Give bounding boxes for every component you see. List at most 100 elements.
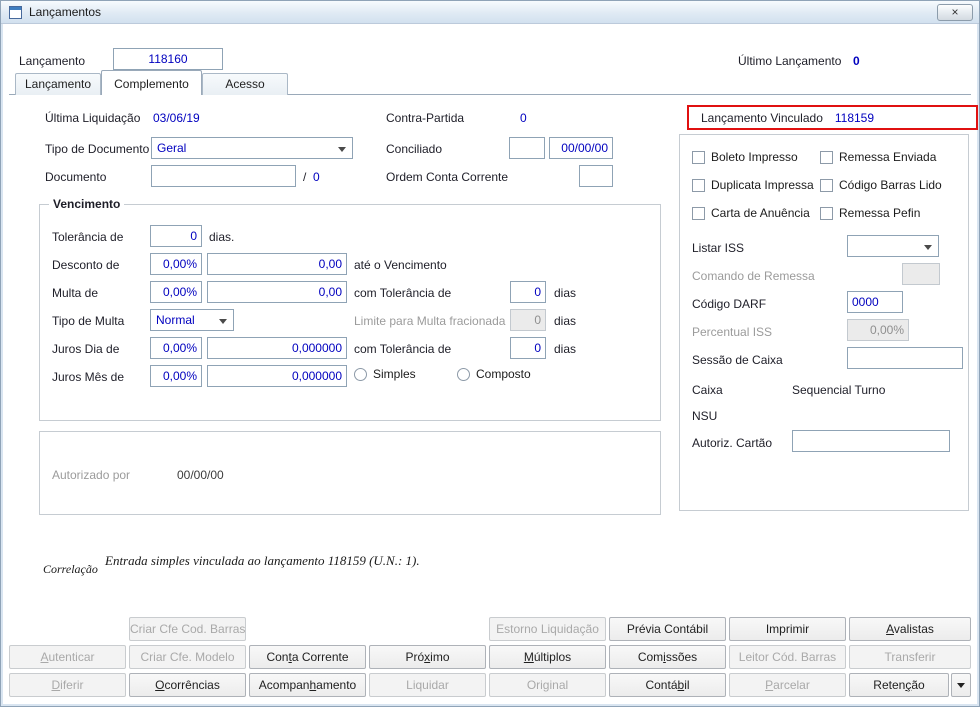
conta-corrente-button[interactable]: Conta Corrente: [249, 645, 366, 669]
sessao-caixa-label: Sessão de Caixa: [692, 353, 783, 367]
juros-dia-tolerancia-input[interactable]: [510, 337, 546, 359]
previa-contabil-button[interactable]: Prévia Contábil: [609, 617, 726, 641]
desconto-label: Desconto de: [52, 258, 120, 272]
radio-composto[interactable]: Composto: [457, 367, 531, 381]
multa-valor-input[interactable]: [207, 281, 347, 303]
checkbox-carta-anuencia[interactable]: Carta de Anuência: [692, 206, 810, 220]
ultimo-lancamento-label: Último Lançamento: [738, 54, 842, 68]
chevron-down-icon: [338, 147, 346, 152]
checkbox-box: [692, 150, 705, 164]
title-bar[interactable]: Lançamentos ×: [1, 1, 979, 24]
documento-separator: /: [303, 170, 307, 184]
multa-tolerancia-input[interactable]: [510, 281, 546, 303]
radio-circle: [354, 367, 367, 381]
dropdown-arrow-icon: [957, 683, 965, 689]
right-panel: Boleto Impresso Remessa Enviada Duplicat…: [679, 134, 969, 511]
tab-complemento[interactable]: Complemento: [101, 70, 202, 95]
vencimento-groupbox: Vencimento Tolerância de dias. Desconto …: [39, 197, 661, 421]
lancamento-input[interactable]: [113, 48, 223, 70]
juros-mes-label: Juros Mês de: [52, 370, 125, 384]
listar-iss-select[interactable]: [847, 235, 939, 257]
conciliado-label: Conciliado: [386, 142, 443, 156]
close-icon: ×: [951, 5, 959, 19]
ultima-liquidacao-label: Última Liquidação: [45, 111, 141, 125]
percentual-iss-input: [847, 319, 909, 341]
autoriz-cartao-input[interactable]: [792, 430, 950, 452]
contra-partida-value: 0: [520, 111, 527, 125]
window-title: Lançamentos: [29, 5, 102, 19]
radio-simples-label: Simples: [373, 367, 416, 381]
checkbox-duplicata-impressa[interactable]: Duplicata Impressa: [692, 178, 814, 192]
conciliado-input[interactable]: [509, 137, 545, 159]
limite-multa-input: [510, 309, 546, 331]
correlacao-label: Correlação: [43, 562, 98, 576]
checkbox-codigo-barras-lido[interactable]: Código Barras Lido: [820, 178, 942, 192]
chevron-down-icon: [219, 319, 227, 324]
juros-dia-pct-input[interactable]: [150, 337, 202, 359]
juros-dia-valor-input[interactable]: [207, 337, 347, 359]
tab-acesso[interactable]: Acesso: [202, 73, 288, 95]
juros-dia-dias-suffix: dias: [554, 342, 577, 356]
checkbox-box: [820, 150, 833, 164]
ordem-conta-corrente-label: Ordem Conta Corrente: [386, 170, 509, 184]
documento-seq-value: 0: [313, 170, 320, 184]
ocorrencias-button[interactable]: Ocorrências: [129, 673, 246, 697]
codigo-darf-label: Código DARF: [692, 297, 767, 311]
juros-mes-pct-input[interactable]: [150, 365, 202, 387]
limite-multa-label: Limite para Multa fracionada: [354, 314, 506, 328]
imprimir-button[interactable]: Imprimir: [729, 617, 846, 641]
checkbox-box: [692, 206, 705, 220]
checkbox-boleto-impresso[interactable]: Boleto Impresso: [692, 150, 798, 164]
checkbox-remessa-pefin[interactable]: Remessa Pefin: [820, 206, 920, 220]
checkbox-box: [692, 178, 705, 192]
radio-simples[interactable]: Simples: [354, 367, 416, 381]
checkbox-box: [820, 206, 833, 220]
desconto-valor-input[interactable]: [207, 253, 347, 275]
tolerancia-input[interactable]: [150, 225, 202, 247]
tipo-documento-label: Tipo de Documento: [45, 142, 150, 156]
lancamento-vinculado-highlight: Lançamento Vinculado 118159: [687, 105, 978, 130]
checkbox-box: [820, 178, 833, 192]
sessao-caixa-input[interactable]: [847, 347, 963, 369]
contabil-button[interactable]: Contábil: [609, 673, 726, 697]
avalistas-button[interactable]: Avalistas: [849, 617, 971, 641]
autorizado-por-label: Autorizado por: [52, 468, 131, 482]
codigo-darf-input[interactable]: [847, 291, 903, 313]
estorno-liquidacao-button: Estorno Liquidação: [489, 617, 606, 641]
desconto-pct-input[interactable]: [150, 253, 202, 275]
multa-pct-input[interactable]: [150, 281, 202, 303]
caixa-value: Sequencial Turno: [792, 383, 886, 397]
conciliado-date-input[interactable]: [549, 137, 613, 159]
correlacao-text: Entrada simples vinculada ao lançamento …: [105, 553, 420, 568]
comissoes-button[interactable]: Comissões: [609, 645, 726, 669]
proximo-button[interactable]: Próximo: [369, 645, 486, 669]
ordem-conta-corrente-input[interactable]: [579, 165, 613, 187]
vencimento-title: Vencimento: [49, 197, 125, 211]
tolerancia-label: Tolerância de: [52, 230, 124, 244]
checkbox-label: Carta de Anuência: [711, 206, 810, 220]
documento-input[interactable]: [151, 165, 296, 187]
desconto-suffix: até o Vencimento: [354, 258, 447, 272]
tipo-multa-select[interactable]: Normal: [150, 309, 234, 331]
nsu-label: NSU: [692, 409, 718, 423]
autorizado-groupbox: Autorizado por 00/00/00: [39, 431, 661, 515]
multiplos-button[interactable]: Múltiplos: [489, 645, 606, 669]
diferir-button: Diferir: [9, 673, 126, 697]
juros-mes-valor-input[interactable]: [207, 365, 347, 387]
retencao-dropdown-button[interactable]: [951, 673, 971, 697]
retencao-button[interactable]: Retenção: [849, 673, 949, 697]
tipo-documento-select[interactable]: Geral: [151, 137, 353, 159]
percentual-iss-label: Percentual ISS: [692, 325, 773, 339]
juros-dia-label: Juros Dia de: [52, 342, 120, 356]
checkbox-remessa-enviada[interactable]: Remessa Enviada: [820, 150, 936, 164]
checkbox-label: Boleto Impresso: [711, 150, 798, 164]
acompanhamento-button[interactable]: Acompanhamento: [249, 673, 366, 697]
juros-dia-tolerancia-label: com Tolerância de: [354, 342, 452, 356]
ultima-liquidacao-value: 03/06/19: [153, 111, 200, 125]
ultimo-lancamento-value: 0: [853, 54, 860, 68]
close-button[interactable]: ×: [937, 4, 973, 21]
contra-partida-label: Contra-Partida: [386, 111, 465, 125]
listar-iss-label: Listar ISS: [692, 241, 745, 255]
parcelar-button: Parcelar: [729, 673, 846, 697]
tab-lancamento[interactable]: Lançamento: [15, 73, 101, 95]
